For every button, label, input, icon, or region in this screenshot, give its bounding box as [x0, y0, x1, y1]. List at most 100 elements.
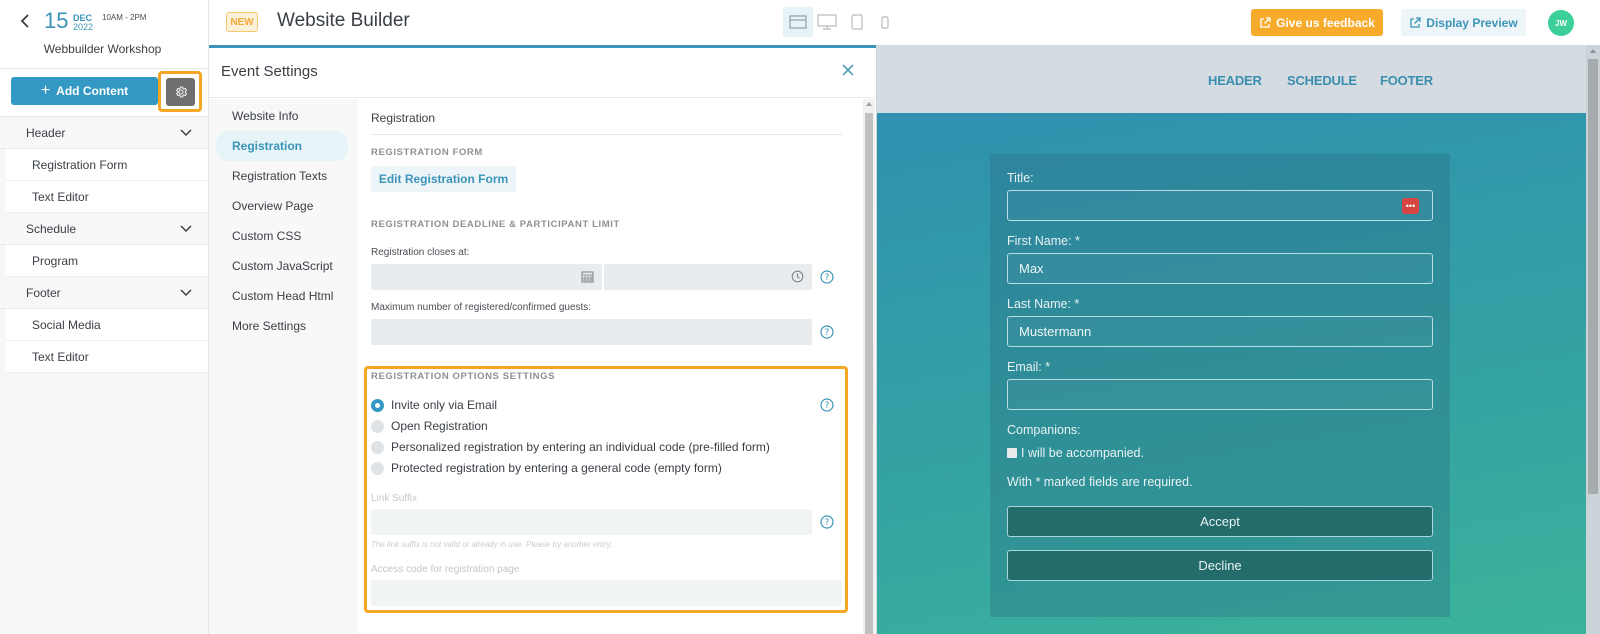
closes-time-input[interactable] — [604, 264, 812, 290]
access-code-input[interactable] — [371, 580, 842, 606]
radio-button[interactable] — [371, 440, 384, 454]
option-personalized-registration[interactable]: Personalized registration by entering an… — [371, 440, 770, 454]
settings-nav-custom-css[interactable]: Custom CSS — [216, 221, 348, 251]
chevron-down-icon[interactable] — [180, 128, 192, 137]
layout-view-icon — [789, 15, 807, 29]
scrollbar-thumb[interactable] — [1588, 59, 1598, 494]
settings-nav-registration-texts[interactable]: Registration Texts — [216, 161, 348, 191]
sidebar-group-schedule[interactable]: Schedule — [0, 213, 208, 245]
option-invite-only[interactable]: Invite only via Email — [371, 398, 497, 412]
app-title: Website Builder — [277, 10, 410, 31]
group-label: Footer — [26, 285, 61, 300]
settings-nav-website-info[interactable]: Website Info — [216, 101, 348, 131]
sidebar-group-footer[interactable]: Footer — [0, 277, 208, 309]
last-name-label: Last Name: * — [1007, 297, 1080, 311]
settings-nav-custom-javascript[interactable]: Custom JavaScript — [216, 251, 348, 281]
preview-scrollbar[interactable] — [1586, 45, 1600, 634]
calendar-icon[interactable] — [581, 270, 594, 283]
settings-highlight — [158, 71, 202, 112]
radio-button[interactable] — [371, 398, 384, 412]
svg-text:?: ? — [825, 401, 830, 411]
deadline-section-label: REGISTRATION DEADLINE & PARTICIPANT LIMI… — [371, 219, 620, 230]
close-icon[interactable] — [841, 63, 855, 77]
sidebar-item-registration-form[interactable]: Registration Form — [6, 149, 208, 181]
content-sidebar: 15 DEC 2022 10AM - 2PM Webbuilder Worksh… — [0, 0, 209, 634]
display-preview-button[interactable]: Display Preview — [1401, 9, 1526, 36]
companions-checkbox-row[interactable]: I will be accompanied. — [1007, 446, 1144, 460]
chevron-down-icon[interactable] — [180, 288, 192, 297]
option-label: Open Registration — [391, 419, 488, 433]
option-label: Invite only via Email — [391, 398, 498, 412]
last-name-input[interactable]: Mustermann — [1007, 316, 1433, 347]
help-icon[interactable]: ? — [820, 515, 834, 529]
email-input[interactable] — [1007, 379, 1433, 410]
preview-nav-schedule[interactable]: SCHEDULE — [1287, 73, 1357, 88]
user-avatar[interactable]: JW — [1548, 10, 1574, 36]
external-link-icon — [1410, 16, 1421, 28]
option-open-registration[interactable]: Open Registration — [371, 419, 488, 433]
external-link-icon — [1260, 16, 1271, 28]
help-icon[interactable]: ? — [820, 398, 834, 412]
settings-title: Event Settings — [221, 63, 318, 80]
settings-nav-custom-head-html[interactable]: Custom Head Html — [216, 281, 348, 311]
svg-text:?: ? — [825, 273, 830, 283]
website-builder-app: 15 DEC 2022 10AM - 2PM Webbuilder Worksh… — [0, 0, 1600, 634]
clock-icon[interactable] — [791, 270, 804, 283]
tablet-view-button[interactable] — [842, 7, 872, 37]
event-header: 15 DEC 2022 10AM - 2PM Webbuilder Worksh… — [0, 0, 208, 69]
registration-settings: Registration REGISTRATION FORM Edit Regi… — [358, 99, 857, 634]
max-guests-label: Maximum number of registered/confirmed g… — [371, 302, 592, 313]
preview-nav-header[interactable]: HEADER — [1208, 73, 1262, 88]
settings-nav-overview-page[interactable]: Overview Page — [216, 191, 348, 221]
settings-scrollbar[interactable] — [863, 99, 875, 634]
help-icon[interactable]: ? — [820, 325, 834, 339]
desktop-view-button[interactable] — [812, 7, 842, 37]
sidebar-item-social-media[interactable]: Social Media — [6, 309, 208, 341]
preview-nav-footer[interactable]: FOOTER — [1380, 73, 1433, 88]
group-label: Header — [26, 125, 66, 140]
link-suffix-error: The link suffix is not valid or already … — [371, 540, 613, 549]
feedback-label: Give us feedback — [1276, 15, 1375, 30]
give-feedback-button[interactable]: Give us feedback — [1251, 9, 1383, 36]
scroll-up-arrow-icon[interactable] — [1590, 49, 1596, 53]
title-input[interactable]: ••• — [1007, 190, 1433, 221]
companions-checkbox-label: I will be accompanied. — [1021, 446, 1144, 460]
edit-registration-form-button[interactable]: Edit Registration Form — [371, 166, 516, 192]
registration-form-section-label: REGISTRATION FORM — [371, 147, 483, 158]
registration-form-preview: Title: ••• First Name: * Max Last Name: … — [990, 154, 1450, 617]
mobile-view-button[interactable] — [870, 7, 900, 37]
settings-nav-more-settings[interactable]: More Settings — [216, 311, 348, 341]
event-year: 2022 — [73, 22, 94, 32]
decline-button[interactable]: Decline — [1007, 550, 1433, 581]
closes-date-input[interactable] — [371, 264, 602, 290]
option-protected-registration[interactable]: Protected registration by entering a gen… — [371, 461, 722, 475]
chevron-down-icon[interactable] — [180, 224, 192, 233]
scroll-up-arrow-icon[interactable] — [866, 102, 872, 106]
radio-button[interactable] — [371, 461, 384, 475]
sidebar-group-header[interactable]: Header — [0, 117, 208, 149]
event-day: 15 — [44, 8, 69, 33]
companions-checkbox[interactable] — [1007, 448, 1017, 458]
back-chevron-icon[interactable] — [18, 10, 32, 32]
first-name-input[interactable]: Max — [1007, 253, 1433, 284]
access-code-label: Access code for registration page — [371, 564, 520, 575]
sidebar-item-text-editor[interactable]: Text Editor — [6, 341, 208, 373]
event-settings-button[interactable] — [166, 78, 195, 106]
sidebar-item-text-editor[interactable]: Text Editor — [6, 181, 208, 213]
add-content-button[interactable]: + Add Content — [11, 77, 158, 105]
help-icon[interactable]: ? — [820, 270, 834, 284]
svg-text:?: ? — [825, 328, 830, 338]
settings-nav-registration[interactable]: Registration — [216, 131, 348, 161]
more-options-icon[interactable]: ••• — [1402, 198, 1419, 214]
layout-view-button[interactable] — [783, 7, 813, 37]
option-label: Personalized registration by entering an… — [391, 440, 770, 454]
accept-button[interactable]: Accept — [1007, 506, 1433, 537]
max-guests-input[interactable] — [371, 319, 812, 345]
link-suffix-input[interactable] — [371, 509, 812, 535]
event-name: Webbuilder Workshop — [43, 42, 162, 56]
sidebar-item-program[interactable]: Program — [6, 245, 208, 277]
content-title: Registration — [371, 111, 436, 125]
event-time: 10AM - 2PM — [102, 13, 147, 22]
radio-button[interactable] — [371, 419, 384, 433]
scrollbar-thumb[interactable] — [865, 113, 873, 634]
